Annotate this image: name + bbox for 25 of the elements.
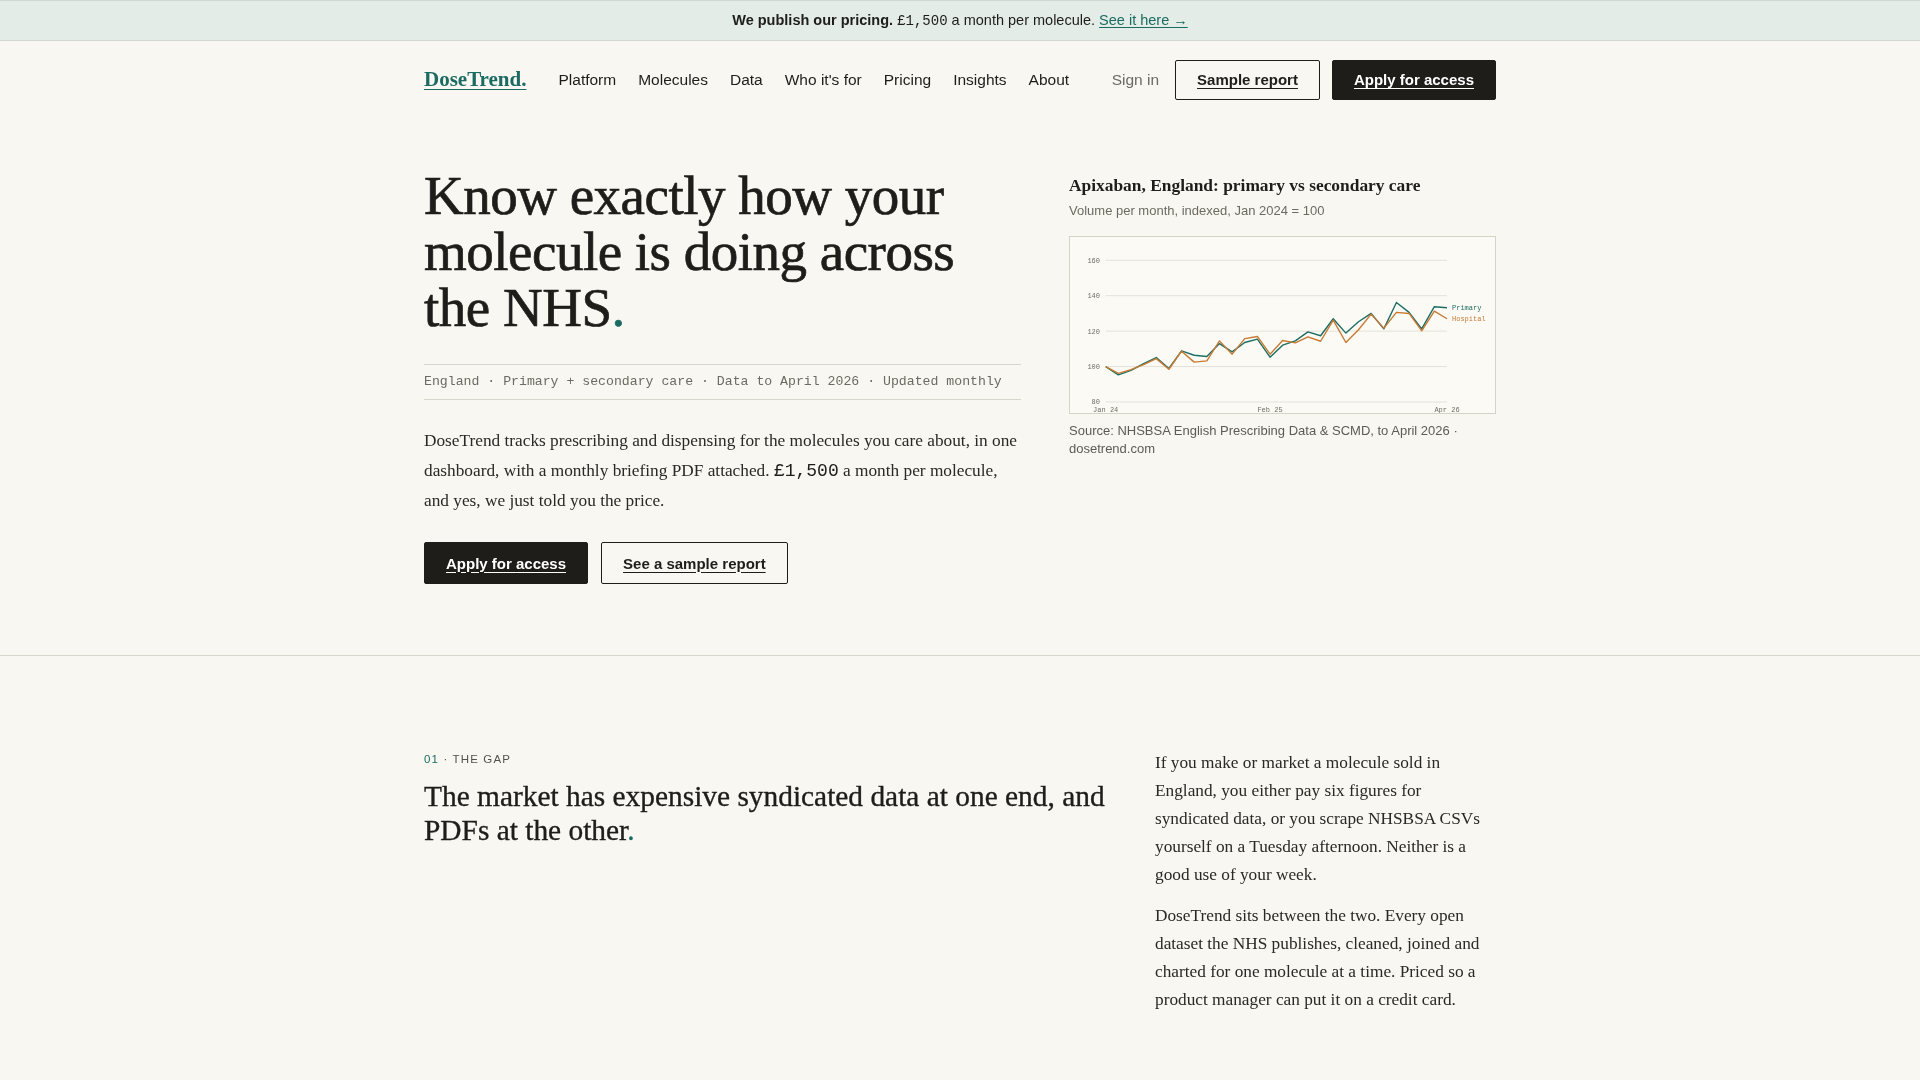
chart-source: Source: NHSBSA English Prescribing Data & SCMD, to April 2026 · dosetrend.com [1069,422,1459,458]
section-eyebrow: 01 · THE GAP [424,752,513,767]
data-coverage-line: England · Primary + secondary care · Data to April 2026 · Updated monthly [424,364,1021,400]
nav-link[interactable]: Data [730,70,763,89]
nav-link[interactable]: Pricing [883,70,932,89]
logo[interactable]: DoseTrend. [424,67,527,92]
chart-title: Apixaban, England: primary vs secondary care [1069,174,1422,196]
sample-report-button[interactable]: See a sample report [601,542,788,584]
hero-heading: Know exactly how your molecule is doing across the NHS. [424,168,956,336]
apply-button[interactable]: Apply for access [424,542,589,584]
nav-link[interactable]: Who it's for [784,70,862,89]
apply-button[interactable]: Apply for access [1331,59,1496,100]
nav-link[interactable]: Insights [953,70,1007,89]
hero-description: DoseTrend tracks prescribing and dispensing for the molecules you care about, in one dashboard, with a monthly briefing PDF attached. £1,500 a month per molecule, and yes, we just told you the price. [424,430,1018,512]
sign-in-link[interactable]: Sign in [1111,70,1160,88]
section-paragraph: DoseTrend sits between the two. Every open dataset the NHS publishes, cleaned, joined and charted for one molecule at a time. Priced so a product manager can put it on a credit card. [1155,905,1481,1011]
sample-report-button[interactable]: Sample report [1175,59,1320,100]
announcement-text: We publish our pricing. £1,500 a month per molecule. See it here → [732,12,1188,29]
nav-link[interactable]: Platform [558,70,617,89]
section-paragraph: If you make or market a molecule sold in England, you either pay six figures for syndicated data, or you scrape NHSBSA CSVs yourself on a Tuesday afternoon. Neither is a good use of your week. [1155,752,1481,886]
nav-link[interactable]: Molecules [638,70,708,89]
section-heading: The market has expensive syndicated data at one end, and PDFs at the other. [424,779,1106,847]
nav-link[interactable]: About [1028,70,1070,89]
banner-link[interactable]: See it here → [1099,12,1188,28]
chart-subtitle: Volume per month, indexed, Jan 2024 = 100 [1069,202,1326,220]
